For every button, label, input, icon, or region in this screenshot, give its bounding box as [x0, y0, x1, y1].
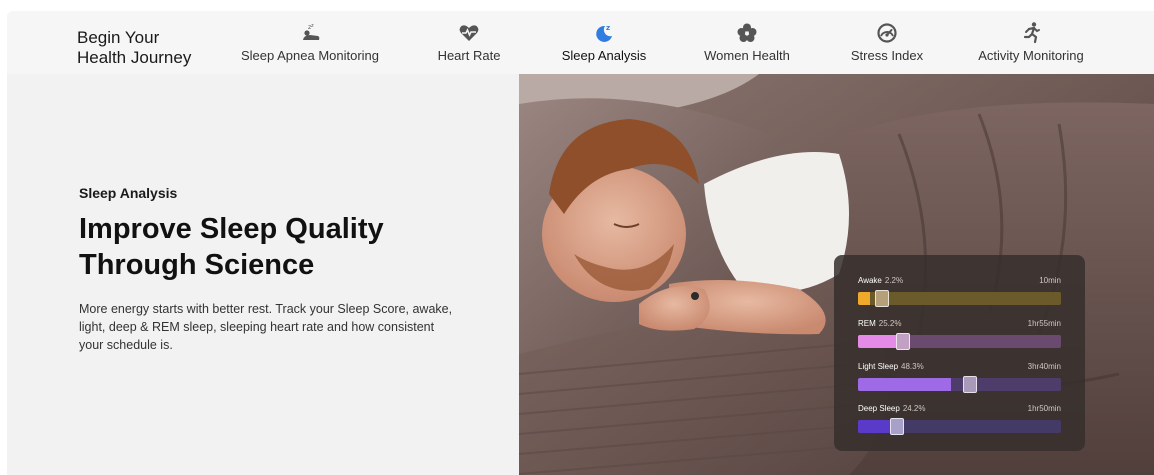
tab-label: Stress Index [850, 48, 924, 63]
brand-line-1: Begin Your [77, 28, 160, 47]
hero-headline-line-2: Through Science [79, 249, 315, 281]
stage-percent: 48.3% [901, 362, 924, 371]
stage-bar-marker [963, 376, 977, 393]
tab-label: Activity Monitoring [978, 48, 1084, 63]
tab-stress-index[interactable]: Stress Index [847, 21, 927, 69]
tab-sleep-analysis[interactable]: z Sleep Analysis [557, 21, 651, 69]
stage-label: REM [858, 319, 876, 328]
stage-duration: 1hr50min [1027, 404, 1061, 413]
brand-line-2: Health Journey [77, 48, 192, 67]
stage-duration: 10min [1039, 276, 1061, 285]
stage-bar-fill [858, 420, 890, 433]
tab-sleep-apnea-monitoring[interactable]: z z Sleep Apnea Monitoring [240, 21, 380, 69]
brand-title[interactable]: Begin Your Health Journey [77, 28, 191, 68]
hero-eyebrow: Sleep Analysis [79, 185, 178, 201]
tab-label: Sleep Analysis [561, 48, 647, 63]
tab-label: Sleep Apnea Monitoring [240, 48, 380, 63]
sleep-stages-card: Awake 2.2% 10min REM 25.2% 1hr55min Light … [834, 255, 1085, 451]
sleep-apnea-icon: z z [303, 23, 320, 40]
stage-label: Deep Sleep [858, 404, 900, 413]
sleep-stage-row-deep-sleep: Deep Sleep 24.2% 1hr50min [858, 404, 1061, 435]
heart-rate-icon [459, 25, 479, 41]
sleep-stage-row-light-sleep: Light Sleep 48.3% 3hr40min [858, 362, 1061, 393]
stage-bar [858, 290, 1061, 307]
stage-bar [858, 333, 1061, 350]
sleep-stage-row-awake: Awake 2.2% 10min [858, 276, 1061, 307]
tab-label: Women Health [704, 48, 790, 63]
top-nav: Begin Your Health Journey z z Sleep Apne… [7, 11, 1154, 74]
svg-text:z: z [311, 23, 314, 29]
tab-activity-monitoring[interactable]: Activity Monitoring [973, 21, 1089, 69]
running-icon [1023, 22, 1040, 44]
stage-bar-marker [875, 290, 889, 307]
stage-bar-marker [890, 418, 904, 435]
stage-bar [858, 418, 1061, 435]
stage-percent: 24.2% [902, 404, 926, 413]
hero-text-panel: Sleep Analysis Improve Sleep Quality Thr… [7, 74, 519, 475]
stage-bar-fill [858, 292, 870, 305]
flower-icon [737, 23, 757, 42]
svg-text:z: z [606, 24, 610, 32]
gauge-icon [877, 23, 897, 43]
hero-headline-line-1: Improve Sleep Quality [79, 213, 384, 245]
stage-bar-marker [896, 333, 910, 350]
stage-duration: 3hr40min [1027, 362, 1061, 371]
stage-bar-fill [858, 378, 951, 391]
stage-label: Light Sleep [858, 362, 899, 371]
hero-headline: Improve Sleep Quality Through Science [79, 211, 479, 283]
stage-duration: 1hr55min [1027, 319, 1061, 328]
stage-percent: 25.2% [878, 319, 902, 328]
moon-sleep-icon: z [596, 24, 612, 42]
page-frame: Begin Your Health Journey z z Sleep Apne… [7, 11, 1154, 475]
hero-description: More energy starts with better rest. Tra… [79, 302, 453, 352]
tab-heart-rate[interactable]: Heart Rate [427, 21, 511, 69]
stage-bar [858, 376, 1061, 393]
tab-women-health[interactable]: Women Health [699, 21, 795, 69]
stage-percent: 2.2% [884, 276, 904, 285]
sleep-stage-row-rem: REM 25.2% 1hr55min [858, 319, 1061, 350]
stage-label: Awake [858, 276, 882, 285]
tab-label: Heart Rate [437, 48, 501, 63]
